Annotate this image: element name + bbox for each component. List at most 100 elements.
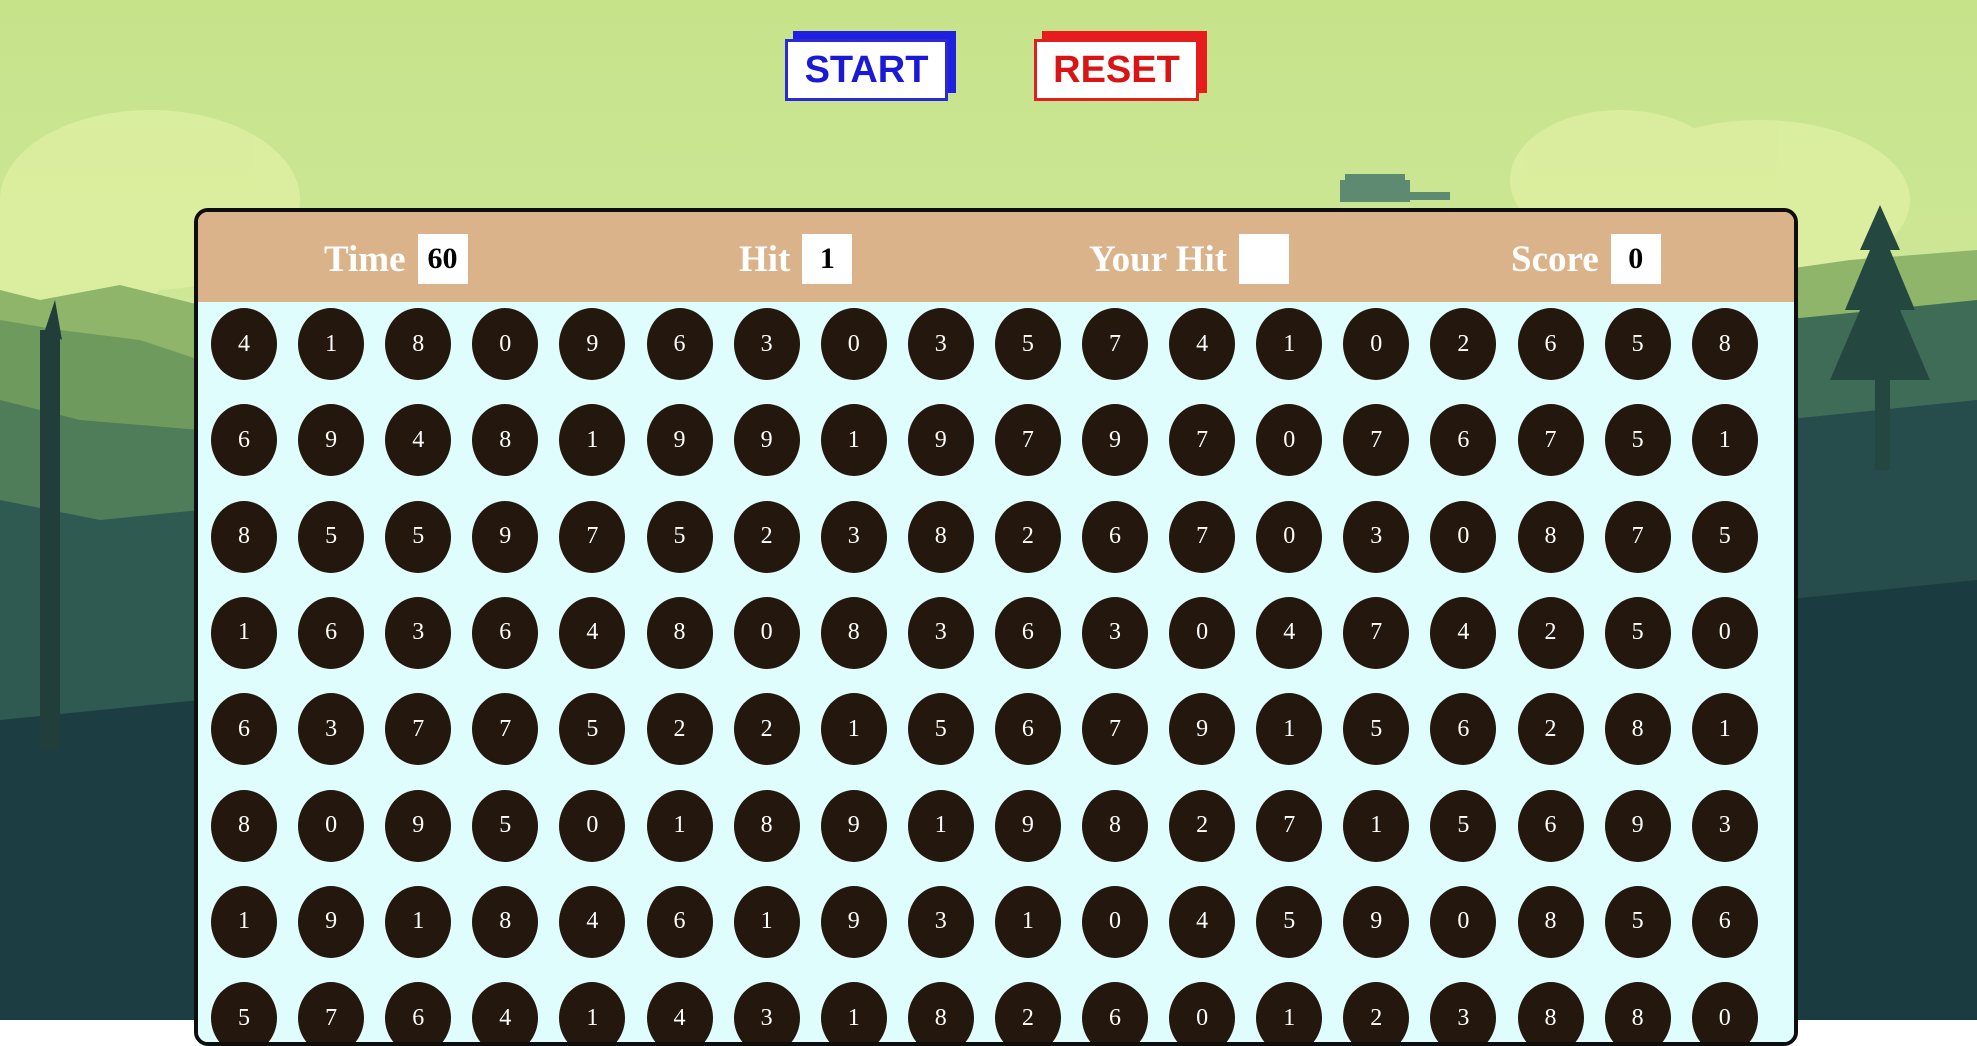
number-bubble[interactable]: 1 [733, 885, 800, 958]
number-bubble[interactable]: 5 [1691, 500, 1758, 573]
number-bubble[interactable]: 8 [646, 596, 713, 669]
number-bubble[interactable]: 1 [820, 404, 887, 477]
number-bubble[interactable]: 6 [646, 885, 713, 958]
number-bubble[interactable]: 8 [907, 500, 974, 573]
number-bubble[interactable]: 0 [1691, 596, 1758, 669]
number-bubble[interactable]: 5 [559, 693, 626, 766]
number-bubble[interactable]: 3 [1082, 596, 1148, 669]
number-bubble[interactable]: 3 [1343, 500, 1410, 573]
number-bubble[interactable]: 8 [733, 789, 800, 862]
number-bubble[interactable]: 9 [733, 404, 800, 477]
number-bubble[interactable]: 6 [1082, 500, 1148, 573]
number-bubble[interactable]: 7 [994, 404, 1061, 477]
number-bubble[interactable]: 5 [1256, 885, 1323, 958]
number-bubble[interactable]: 1 [820, 693, 887, 766]
number-bubble[interactable]: 8 [1691, 308, 1758, 380]
number-bubble[interactable]: 4 [1169, 308, 1236, 380]
number-bubble[interactable]: 5 [472, 789, 539, 862]
number-bubble[interactable]: 1 [1691, 404, 1758, 477]
number-bubble[interactable]: 2 [994, 982, 1061, 1042]
number-bubble[interactable]: 9 [298, 885, 365, 958]
number-bubble[interactable]: 3 [1430, 982, 1497, 1042]
number-bubble[interactable]: 1 [994, 885, 1061, 958]
number-bubble[interactable]: 2 [1169, 789, 1236, 862]
number-bubble[interactable]: 8 [211, 789, 277, 862]
number-bubble[interactable]: 4 [1169, 885, 1236, 958]
number-bubble[interactable]: 3 [907, 596, 974, 669]
number-bubble[interactable]: 7 [1082, 308, 1148, 380]
number-bubble[interactable]: 3 [733, 308, 800, 380]
number-bubble[interactable]: 8 [1517, 500, 1584, 573]
number-bubble[interactable]: 0 [1256, 404, 1323, 477]
number-bubble[interactable]: 1 [1256, 982, 1323, 1042]
number-bubble[interactable]: 0 [1169, 982, 1236, 1042]
number-bubble[interactable]: 2 [1343, 982, 1410, 1042]
number-bubble[interactable]: 9 [820, 789, 887, 862]
number-bubble[interactable]: 7 [1256, 789, 1323, 862]
number-bubble[interactable]: 2 [994, 500, 1061, 573]
number-bubble[interactable]: 1 [559, 404, 626, 477]
number-bubble[interactable]: 6 [1430, 404, 1497, 477]
number-bubble[interactable]: 6 [1517, 308, 1584, 380]
number-bubble[interactable]: 5 [1604, 596, 1671, 669]
number-bubble[interactable]: 1 [646, 789, 713, 862]
number-bubble[interactable]: 7 [1517, 404, 1584, 477]
number-bubble[interactable]: 6 [994, 596, 1061, 669]
number-bubble[interactable]: 8 [385, 308, 452, 380]
number-bubble[interactable]: 4 [211, 308, 277, 380]
number-bubble[interactable]: 5 [1430, 789, 1497, 862]
number-bubble[interactable]: 7 [1343, 404, 1410, 477]
number-bubble[interactable]: 4 [559, 885, 626, 958]
reset-button[interactable]: RESET [1034, 39, 1199, 101]
number-bubble[interactable]: 7 [1169, 500, 1236, 573]
number-bubble[interactable]: 9 [1169, 693, 1236, 766]
number-bubble[interactable]: 1 [907, 789, 974, 862]
number-bubble[interactable]: 8 [820, 596, 887, 669]
number-bubble[interactable]: 3 [733, 982, 800, 1042]
number-bubble[interactable]: 4 [385, 404, 452, 477]
number-bubble[interactable]: 6 [994, 693, 1061, 766]
number-bubble[interactable]: 0 [1691, 982, 1758, 1042]
number-bubble[interactable]: 0 [298, 789, 365, 862]
number-bubble[interactable]: 9 [298, 404, 365, 477]
number-bubble[interactable]: 0 [472, 308, 539, 380]
number-bubble[interactable]: 0 [733, 596, 800, 669]
number-bubble[interactable]: 4 [1256, 596, 1323, 669]
number-bubble[interactable]: 5 [646, 500, 713, 573]
number-bubble[interactable]: 8 [211, 500, 277, 573]
number-bubble[interactable]: 6 [211, 693, 277, 766]
number-bubble[interactable]: 9 [1082, 404, 1148, 477]
number-bubble[interactable]: 2 [1517, 596, 1584, 669]
number-bubble[interactable]: 3 [1691, 789, 1758, 862]
number-bubble[interactable]: 4 [472, 982, 539, 1042]
number-bubble[interactable]: 8 [1082, 789, 1148, 862]
number-bubble[interactable]: 6 [646, 308, 713, 380]
number-bubble[interactable]: 8 [1604, 982, 1671, 1042]
number-bubble[interactable]: 7 [1169, 404, 1236, 477]
number-bubble[interactable]: 9 [472, 500, 539, 573]
number-bubble[interactable]: 5 [211, 982, 277, 1042]
number-bubble[interactable]: 2 [646, 693, 713, 766]
number-bubble[interactable]: 1 [385, 885, 452, 958]
number-bubble[interactable]: 0 [559, 789, 626, 862]
number-bubble[interactable]: 8 [1517, 982, 1584, 1042]
number-bubble[interactable]: 8 [472, 885, 539, 958]
number-bubble[interactable]: 0 [820, 308, 887, 380]
number-bubble[interactable]: 5 [907, 693, 974, 766]
number-bubble[interactable]: 0 [1430, 885, 1497, 958]
number-bubble[interactable]: 2 [1430, 308, 1497, 380]
number-bubble[interactable]: 3 [907, 308, 974, 380]
number-bubble[interactable]: 2 [1517, 693, 1584, 766]
number-bubble[interactable]: 1 [1256, 693, 1323, 766]
number-bubble[interactable]: 3 [385, 596, 452, 669]
number-bubble[interactable]: 1 [559, 982, 626, 1042]
number-bubble[interactable]: 6 [1430, 693, 1497, 766]
number-bubble[interactable]: 5 [994, 308, 1061, 380]
number-bubble[interactable]: 9 [646, 404, 713, 477]
number-bubble[interactable]: 3 [298, 693, 365, 766]
number-bubble[interactable]: 4 [646, 982, 713, 1042]
number-bubble[interactable]: 6 [1691, 885, 1758, 958]
start-button[interactable]: START [785, 39, 948, 101]
number-bubble[interactable]: 5 [1604, 308, 1671, 380]
number-bubble[interactable]: 7 [385, 693, 452, 766]
